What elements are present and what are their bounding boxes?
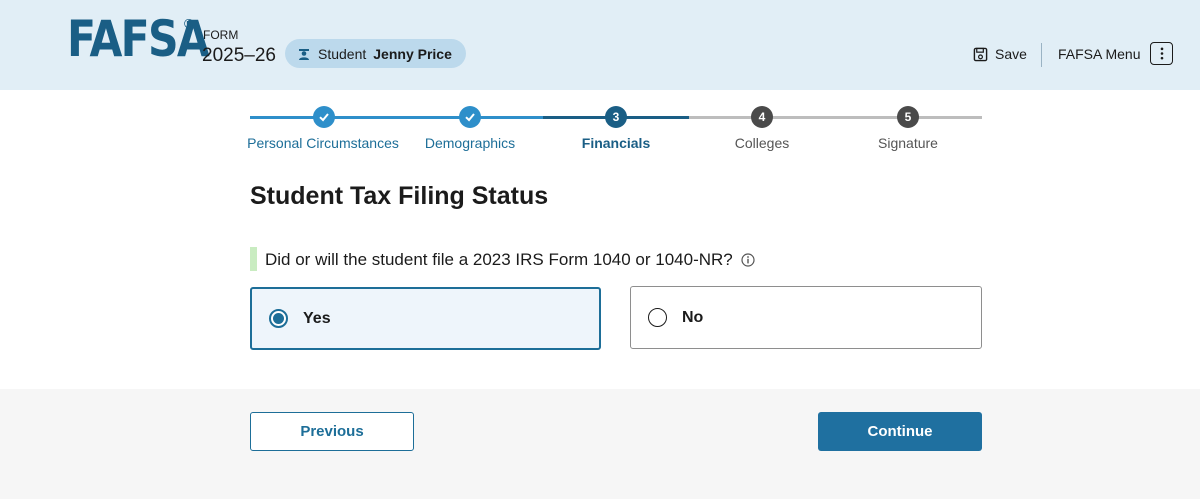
- continue-button[interactable]: Continue: [818, 412, 982, 451]
- progress-track-complete: [250, 116, 543, 119]
- option-no[interactable]: No: [630, 286, 982, 349]
- progress-track-upcoming: [689, 116, 982, 119]
- step-label-signature: Signature: [878, 135, 938, 151]
- save-icon: [973, 47, 988, 61]
- footer-area: [0, 389, 1200, 499]
- question-label: Did or will the student file a 2023 IRS …: [265, 250, 733, 269]
- student-icon: [299, 48, 309, 60]
- step-label-colleges: Colleges: [734, 135, 790, 151]
- option-yes-label: Yes: [303, 309, 331, 327]
- header-divider: [1041, 43, 1042, 67]
- form-year: 2025–26: [202, 45, 276, 66]
- student-badge: Student Jenny Price: [285, 39, 466, 68]
- info-icon[interactable]: [741, 253, 755, 267]
- site-header: FAFSA ® FORM 2025–26 Student Jenny Price…: [0, 0, 1200, 90]
- step-label-financials: Financials: [581, 135, 651, 151]
- registered-mark: ®: [184, 16, 194, 31]
- kebab-menu-icon: [1150, 42, 1174, 65]
- save-button[interactable]: Save: [973, 46, 1027, 62]
- question-text: Did or will the student file a 2023 IRS …: [265, 250, 755, 270]
- fafsa-menu-button[interactable]: FAFSA Menu: [1058, 42, 1174, 65]
- page-title: Student Tax Filing Status: [250, 182, 549, 210]
- step-4-number: 4: [751, 106, 773, 128]
- step-1-check-icon: [313, 106, 335, 128]
- form-label: FORM: [203, 28, 239, 42]
- progress-stepper: 3 4 5 Personal Circumstances Demographic…: [247, 100, 982, 160]
- student-name: Jenny Price: [373, 45, 452, 62]
- step-label-personal-circumstances: Personal Circumstances: [247, 135, 399, 151]
- option-yes[interactable]: Yes: [250, 287, 601, 350]
- student-prefix: Student: [318, 45, 367, 62]
- step-2-check-icon: [459, 106, 481, 128]
- radio-no[interactable]: [648, 308, 667, 327]
- save-label: Save: [995, 46, 1027, 62]
- step-5-number: 5: [897, 106, 919, 128]
- previous-button[interactable]: Previous: [250, 412, 414, 451]
- radio-yes[interactable]: [269, 309, 288, 328]
- option-no-label: No: [682, 308, 704, 326]
- fafsa-menu-label: FAFSA Menu: [1058, 45, 1141, 62]
- question-highlight-bar: [250, 247, 257, 271]
- step-3-number: 3: [605, 106, 627, 128]
- step-label-demographics: Demographics: [424, 135, 516, 151]
